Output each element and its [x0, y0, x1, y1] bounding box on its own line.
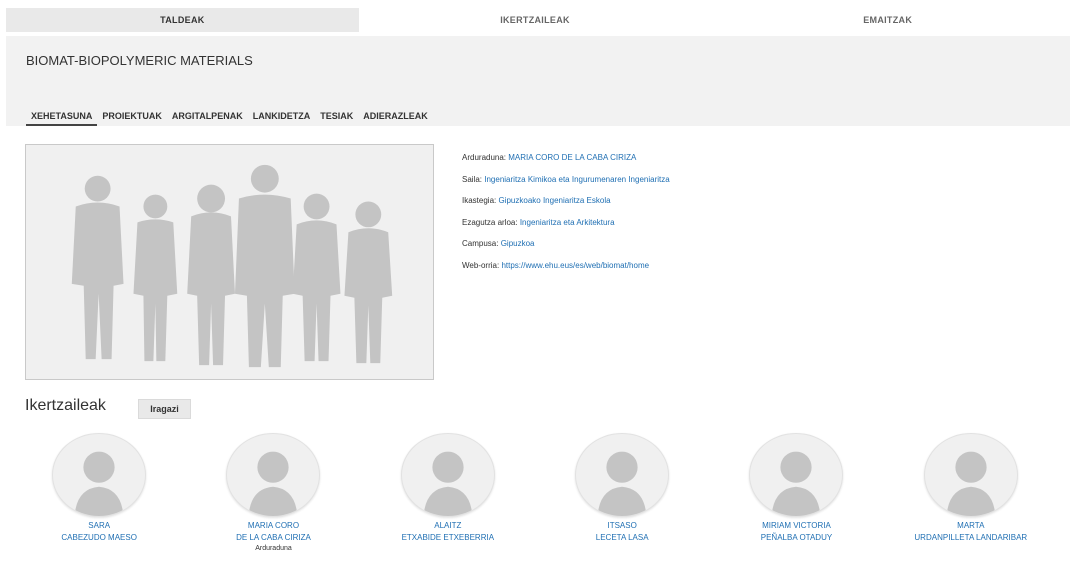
researcher-name-link[interactable]: ITSASO LECETA LASA	[596, 520, 649, 544]
researcher-first-name: ALAITZ	[434, 521, 462, 530]
researcher-name-link[interactable]: MARIA CORO DE LA CABA CIRIZA	[236, 520, 311, 544]
detail-web-orria: Web-orria: https://www.ehu.eus/es/web/bi…	[462, 261, 670, 283]
researcher-first-name: MARIA CORO	[247, 521, 300, 530]
researcher-card[interactable]: MIRIAM VICTORIA PEÑALBA OTADUY	[709, 433, 883, 553]
detail-label: Ikastegia:	[462, 196, 497, 205]
subtab-tesiak[interactable]: TESIAK	[315, 109, 358, 126]
researcher-first-name: MARTA	[957, 521, 985, 530]
researcher-name-link[interactable]: MIRIAM VICTORIA PEÑALBA OTADUY	[761, 520, 832, 544]
avatar[interactable]	[923, 433, 1018, 517]
detail-ikastegia: Ikastegia: Gipuzkoako Ingeniaritza Eskol…	[462, 196, 670, 218]
researcher-card[interactable]: MARTA URDANPILLETA LANDARIBAR	[884, 433, 1058, 553]
researcher-first-name: ITSASO	[607, 521, 637, 530]
tab-taldeak[interactable]: TALDEAK	[6, 8, 359, 32]
group-details: Arduraduna: MARIA CORO DE LA CABA CIRIZA…	[462, 153, 670, 282]
researcher-last-name: URDANPILLETA LANDARIBAR	[914, 533, 1028, 542]
user-placeholder-icon	[423, 451, 473, 516]
researcher-last-name: DE LA CABA CIRIZA	[236, 533, 311, 542]
user-placeholder-icon	[597, 451, 647, 516]
researcher-last-name: CABEZUDO MAESO	[61, 533, 137, 542]
researcher-first-name: MIRIAM VICTORIA	[762, 521, 831, 530]
detail-label: Ezagutza arloa:	[462, 217, 518, 227]
researcher-role: Arduraduna	[255, 545, 292, 552]
researcher-card[interactable]: MARIA CORO DE LA CABA CIRIZA Arduraduna	[186, 433, 360, 553]
user-placeholder-icon	[946, 451, 996, 516]
avatar[interactable]	[52, 433, 147, 517]
detail-arduraduna-link[interactable]: MARIA CORO DE LA CABA CIRIZA	[508, 153, 636, 162]
detail-ikastegia-link[interactable]: Gipuzkoako Ingeniaritza Eskola	[498, 196, 610, 205]
detail-campusa: Campusa: Gipuzkoa	[462, 239, 670, 261]
user-placeholder-icon	[74, 451, 124, 516]
researcher-first-name: SARA	[88, 521, 111, 530]
detail-saila: Saila: Ingeniaritza Kimikoa eta Ingurume…	[462, 175, 670, 197]
detail-label: Arduraduna:	[462, 153, 507, 162]
detail-arduraduna: Arduraduna: MARIA CORO DE LA CABA CIRIZA	[462, 153, 670, 175]
detail-campusa-link[interactable]: Gipuzkoa	[501, 239, 535, 248]
subtab-lankidetza[interactable]: LANKIDETZA	[248, 109, 316, 126]
detail-label: Web-orria:	[462, 260, 500, 270]
researcher-name-link[interactable]: SARA CABEZUDO MAESO	[61, 520, 137, 544]
avatar[interactable]	[400, 433, 495, 517]
tab-emaitzak[interactable]: EMAITZAK	[711, 8, 1064, 32]
subtab-argitalpenak[interactable]: ARGITALPENAK	[167, 109, 248, 126]
detail-label: Campusa:	[462, 239, 499, 248]
researcher-card[interactable]: SARA CABEZUDO MAESO	[12, 433, 186, 553]
avatar[interactable]	[749, 433, 844, 517]
detail-saila-link[interactable]: Ingeniaritza Kimikoa eta Ingurumenaren I…	[484, 175, 669, 184]
subtab-adierazleak[interactable]: ADIERAZLEAK	[358, 109, 433, 126]
user-placeholder-icon	[772, 451, 821, 516]
people-silhouette-icon	[71, 164, 393, 368]
researcher-last-name: LECETA LASA	[595, 533, 649, 542]
researcher-card[interactable]: ITSASO LECETA LASA	[535, 433, 709, 553]
researcher-name-link[interactable]: ALAITZ ETXABIDE ETXEBERRIA	[402, 520, 494, 544]
subtab-proiektuak[interactable]: PROIEKTUAK	[97, 109, 167, 126]
detail-label: Saila:	[462, 174, 483, 184]
top-navigation: TALDEAK IKERTZAILEAK EMAITZAK	[6, 8, 1064, 32]
researchers-section-title: Ikertzaileak	[25, 397, 106, 414]
filter-button[interactable]: Iragazi	[138, 399, 191, 419]
detail-ezagutza-arloa-link[interactable]: Ingeniaritza eta Arkitektura	[520, 218, 615, 227]
group-header: BIOMAT-BIOPOLYMERIC MATERIALS XEHETASUNA…	[6, 36, 1070, 126]
researcher-card[interactable]: ALAITZ ETXABIDE ETXEBERRIA	[361, 433, 535, 553]
researchers-list: SARA CABEZUDO MAESO MARIA CORO DE LA CABA …	[12, 433, 1058, 553]
detail-web-orria-link[interactable]: https://www.ehu.eus/es/web/biomat/home	[501, 261, 649, 270]
researcher-last-name: ETXABIDE ETXEBERRIA	[401, 533, 495, 542]
subtab-xehetasuna[interactable]: XEHETASUNA	[26, 109, 98, 126]
avatar[interactable]	[575, 433, 670, 517]
detail-ezagutza-arloa: Ezagutza arloa: Ingeniaritza eta Arkitek…	[462, 218, 670, 240]
researcher-last-name: PEÑALBA OTADUY	[760, 533, 833, 542]
avatar[interactable]	[226, 433, 321, 517]
page-title: BIOMAT-BIOPOLYMERIC MATERIALS	[26, 53, 253, 68]
group-photo-placeholder	[25, 144, 434, 380]
researcher-name-link[interactable]: MARTA URDANPILLETA LANDARIBAR	[914, 520, 1027, 544]
tab-ikertzaileak[interactable]: IKERTZAILEAK	[359, 8, 712, 32]
user-placeholder-icon	[249, 451, 298, 516]
group-subtabs: XEHETASUNA PROIEKTUAK ARGITALPENAK LANKI…	[26, 109, 433, 126]
